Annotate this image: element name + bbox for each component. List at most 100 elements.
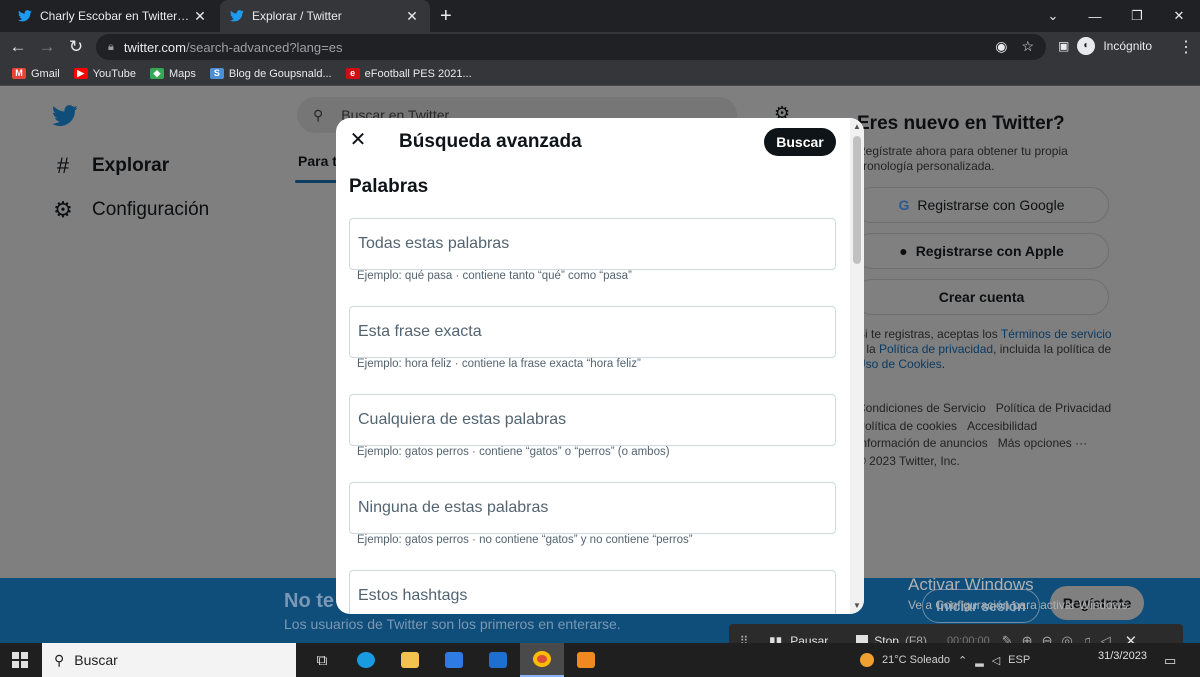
all-words-input[interactable]: Todas estas palabras	[349, 218, 836, 270]
side-panel-icon[interactable]: ▣	[1058, 39, 1069, 53]
google-signup-button[interactable]: G Registrarse con Google	[854, 187, 1109, 223]
close-window-icon[interactable]: ✕	[1158, 8, 1200, 24]
advanced-search-modal: ✕ Búsqueda avanzada Buscar Palabras Toda…	[336, 118, 864, 614]
create-account-button[interactable]: Crear cuenta	[854, 279, 1109, 315]
incognito-label[interactable]: Incógnito	[1103, 39, 1152, 53]
signup-bar-subtitle: Los usuarios de Twitter son los primeros…	[284, 616, 621, 632]
search-icon: ⚲	[313, 106, 324, 123]
recorder-app-icon[interactable]	[564, 643, 608, 677]
footer-link[interactable]: Información de anuncios	[857, 436, 988, 450]
signup-subtitle: Regístrate ahora para obtener tu propia …	[857, 144, 1068, 173]
reload-icon[interactable]: ↻	[66, 37, 86, 57]
bookmark-maps[interactable]: ◆ Maps	[149, 68, 196, 80]
footer-links: Condiciones de Servicio Política de Priv…	[857, 400, 1127, 470]
gmail-icon: M	[12, 68, 26, 79]
new-tab-button[interactable]: +	[440, 6, 452, 26]
close-icon[interactable]: ✕	[346, 128, 370, 152]
incognito-icon[interactable]: ◐	[1077, 37, 1096, 55]
modal-title: Búsqueda avanzada	[399, 131, 582, 152]
chevron-up-icon[interactable]: ⌃	[958, 654, 967, 667]
field-placeholder: Cualquiera de estas palabras	[358, 411, 567, 428]
search-button[interactable]: Buscar	[764, 128, 836, 156]
tab-charly-escobar[interactable]: Charly Escobar en Twitter: "Como ✕	[8, 0, 218, 32]
field-placeholder: Esta frase exacta	[358, 323, 482, 340]
back-icon[interactable]: ←	[8, 37, 28, 57]
address-bar[interactable]: 🔒︎ twitter.com/search-advanced?lang=es ◉…	[96, 34, 1046, 60]
modal-scrollbar[interactable]: ▲ ▼	[850, 118, 864, 614]
tab-explorar-twitter[interactable]: Explorar / Twitter ✕	[220, 0, 430, 32]
field-placeholder: Estos hashtags	[358, 587, 468, 604]
field-placeholder: Todas estas palabras	[358, 235, 510, 252]
restore-icon[interactable]: ❐	[1116, 8, 1158, 24]
footer-link[interactable]: Política de Privacidad	[996, 401, 1111, 415]
field-placeholder: Ninguna de estas palabras	[358, 499, 549, 516]
legal-fragment: .	[941, 357, 946, 371]
browser-toolbar: ← → ↻ 🔒︎ twitter.com/search-advanced?lan…	[0, 32, 1200, 62]
field-hint: Ejemplo: gatos perros · contiene “gatos”…	[357, 446, 670, 458]
menu-dots-icon[interactable]: ⋮	[1178, 37, 1194, 57]
bookmark-label: Gmail	[31, 67, 60, 80]
more-options-link[interactable]: Más opciones ···	[998, 436, 1087, 450]
cookies-link[interactable]: Uso de Cookies	[857, 357, 942, 371]
terms-link[interactable]: Términos de servicio	[1001, 327, 1112, 341]
eye-off-icon[interactable]: ◉	[995, 38, 1007, 55]
microsoft-store-icon[interactable]	[432, 643, 476, 677]
clock[interactable]: 31/3/2023	[1098, 649, 1147, 663]
edge-icon[interactable]	[344, 643, 388, 677]
notifications-icon[interactable]: ▭	[1164, 653, 1176, 669]
minimize-icon[interactable]: —	[1074, 9, 1116, 24]
footer-link[interactable]: Política de cookies	[857, 419, 957, 433]
network-icon[interactable]: ▂	[975, 654, 983, 667]
youtube-icon: ▶	[73, 68, 88, 79]
scroll-up-icon[interactable]: ▲	[853, 122, 861, 131]
tab-title: Charly Escobar en Twitter: "Como	[40, 9, 192, 23]
bookmark-label: YouTube	[92, 67, 136, 80]
bookmark-youtube[interactable]: ▶ YouTube	[73, 67, 136, 80]
language-indicator[interactable]: ESP	[1008, 654, 1030, 666]
volume-icon[interactable]: ◁	[992, 654, 1000, 667]
legal-fragment: Si te registras, aceptas los	[857, 327, 1001, 341]
section-title: Palabras	[349, 176, 429, 197]
browser-tabstrip: Charly Escobar en Twitter: "Como ✕ Explo…	[0, 0, 1200, 32]
bookmark-efootball[interactable]: e eFootball PES 2021...	[345, 67, 472, 80]
nav-configuracion[interactable]: ⚙ Configuración	[52, 197, 209, 223]
none-words-input[interactable]: Ninguna de estas palabras	[349, 482, 836, 534]
activation-title: Activar Windows	[908, 575, 1034, 594]
legal-text: Si te registras, aceptas los Términos de…	[857, 327, 1119, 372]
tab-close-icon[interactable]: ✕	[192, 8, 208, 25]
weather-icon	[860, 653, 874, 667]
apple-signup-button[interactable]: ● Registrarse con Apple	[854, 233, 1109, 269]
hashtags-input[interactable]: Estos hashtags	[349, 570, 836, 614]
blog-icon: S	[209, 68, 224, 79]
windows-taskbar: ⚲ Buscar ⧉ 21°C Soleado ⌃ ▂ ◁ ESP 31/3/2…	[0, 643, 1200, 677]
signup-title: Eres nuevo en Twitter?	[857, 113, 1065, 134]
tab-search-chevron-icon[interactable]: ⌄	[1032, 8, 1074, 24]
tab-para-ti[interactable]: Para t	[298, 153, 337, 169]
chrome-icon[interactable]	[520, 643, 564, 677]
copyright: © 2023 Twitter, Inc.	[857, 453, 960, 468]
clock-date: 31/3/2023	[1098, 650, 1147, 662]
scroll-down-icon[interactable]: ▼	[853, 601, 861, 610]
forward-icon[interactable]: →	[37, 37, 57, 57]
taskbar-search[interactable]: ⚲ Buscar	[42, 643, 296, 677]
footer-link[interactable]: Accesibilidad	[967, 419, 1037, 433]
nav-label: Configuración	[92, 199, 210, 220]
twitter-logo-icon[interactable]	[52, 105, 78, 127]
search-icon: ⚲	[54, 651, 65, 668]
weather-label[interactable]: 21°C Soleado	[882, 654, 950, 666]
mail-icon[interactable]	[476, 643, 520, 677]
scroll-thumb[interactable]	[853, 136, 861, 264]
bookmark-label: eFootball PES 2021...	[364, 67, 472, 80]
any-words-input[interactable]: Cualquiera de estas palabras	[349, 394, 836, 446]
footer-link[interactable]: Condiciones de Servicio	[857, 401, 986, 415]
tab-close-icon[interactable]: ✕	[404, 8, 420, 25]
privacy-link[interactable]: Política de privacidad	[879, 342, 993, 356]
bookmark-gmail[interactable]: M Gmail	[12, 68, 60, 80]
task-view-icon[interactable]: ⧉	[300, 643, 344, 677]
windows-start-icon[interactable]	[12, 652, 28, 668]
file-explorer-icon[interactable]	[388, 643, 432, 677]
nav-explorar[interactable]: # Explorar	[52, 153, 169, 179]
exact-phrase-input[interactable]: Esta frase exacta	[349, 306, 836, 358]
star-icon[interactable]: ☆	[1021, 38, 1034, 55]
bookmark-blog[interactable]: S Blog de Goupsnald...	[209, 68, 332, 80]
